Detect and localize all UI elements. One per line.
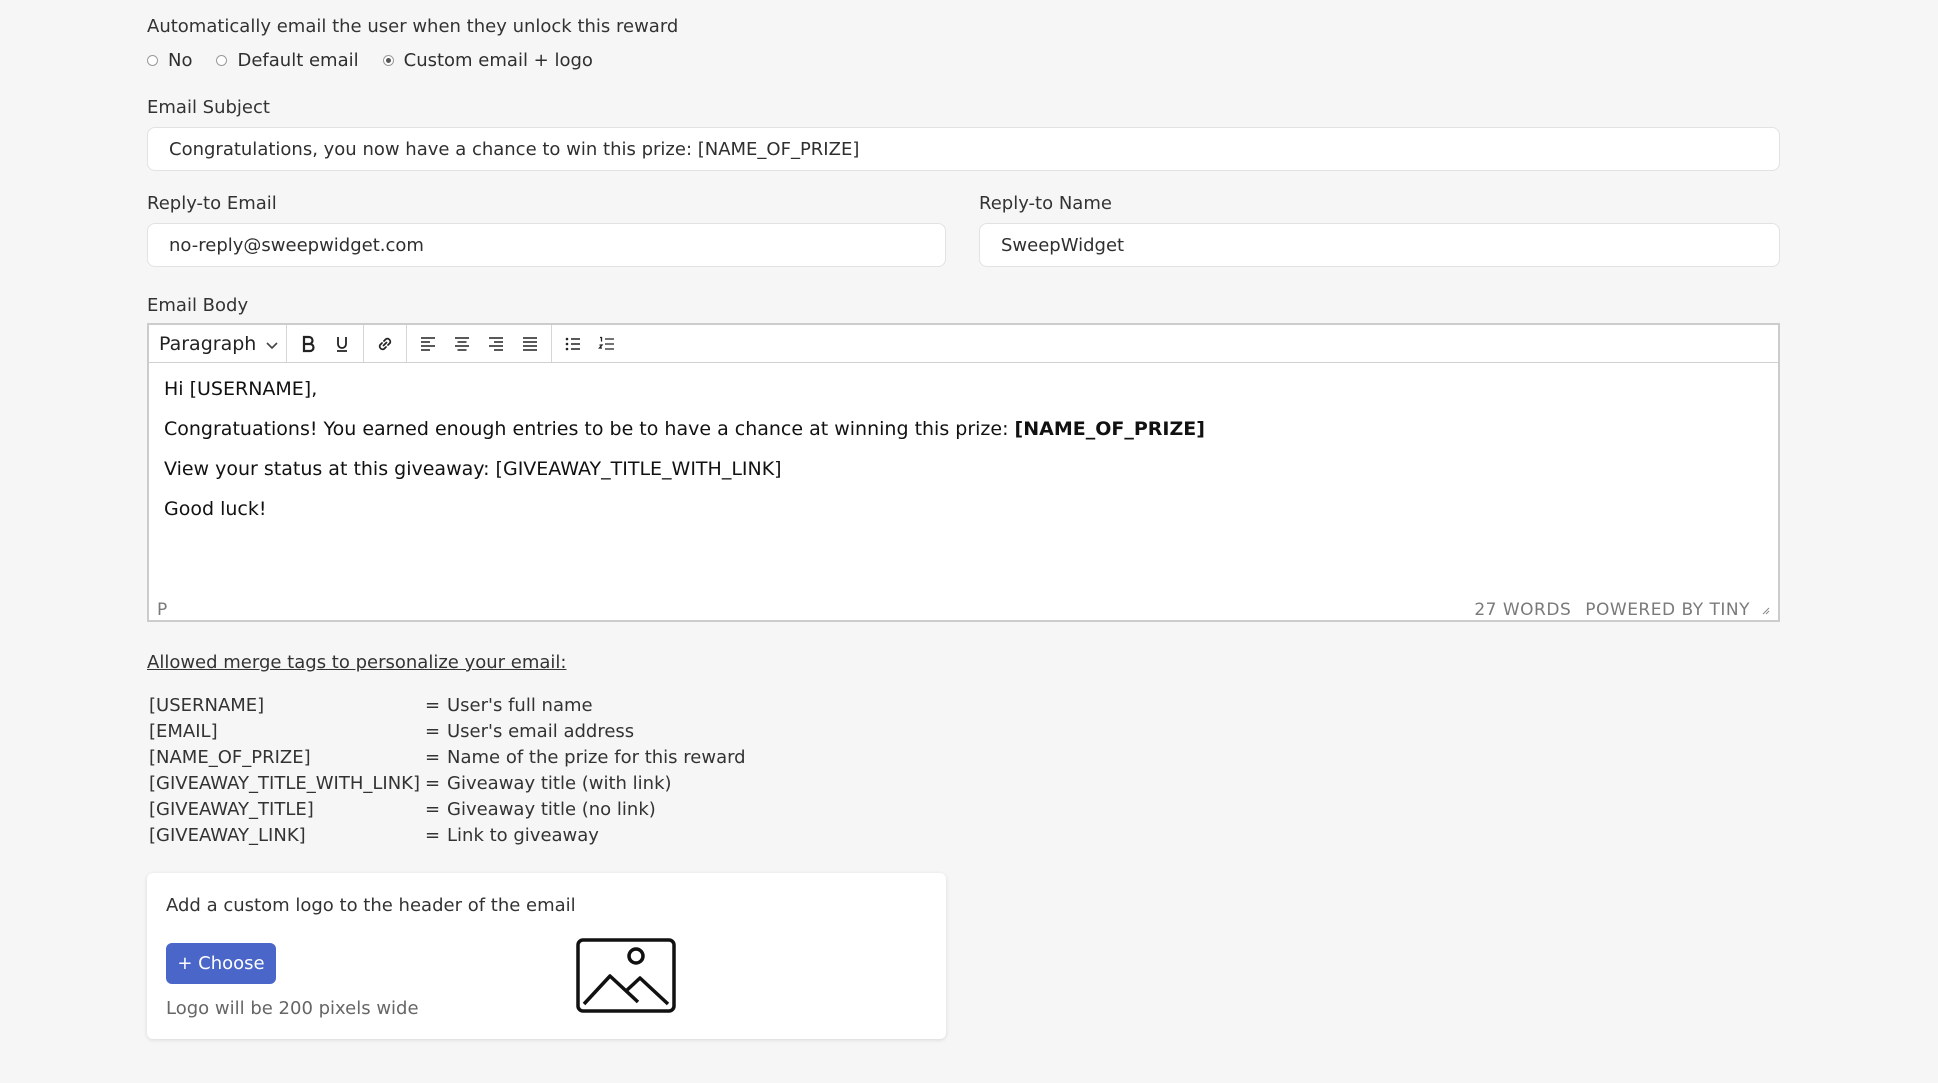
- rich-text-editor: Paragraph Hi [USERNAME], Congratuations!…: [147, 323, 1780, 622]
- align-center-button[interactable]: [445, 328, 479, 360]
- align-left-button[interactable]: [411, 328, 445, 360]
- align-justify-icon: [523, 336, 537, 351]
- link-icon: [378, 337, 392, 350]
- body-congrats-bold: [NAME_OF_PRIZE]: [1014, 418, 1205, 440]
- merge-description: Link to giveaway: [447, 824, 599, 846]
- email-subject-input[interactable]: Congratulations, you now have a chance t…: [147, 127, 1780, 171]
- custom-logo-title: Add a custom logo to the header of the e…: [166, 895, 576, 916]
- bullet-list-icon: [565, 337, 580, 350]
- table-row: [GIVEAWAY_TITLE_WITH_LINK] = Giveaway ti…: [149, 770, 746, 796]
- radio-label: Custom email + logo: [403, 50, 593, 71]
- merge-description: User's full name: [447, 694, 593, 716]
- merge-description: Giveaway title (no link): [447, 798, 656, 820]
- text-format-group: [287, 325, 364, 362]
- logo-width-hint: Logo will be 200 pixels wide: [166, 998, 419, 1019]
- table-row: [GIVEAWAY_LINK] = Link to giveaway: [149, 822, 746, 848]
- element-path[interactable]: P: [157, 600, 168, 620]
- radio-default-email[interactable]: Default email: [216, 50, 359, 71]
- reply-to-name-label: Reply-to Name: [979, 193, 1112, 214]
- body-greeting: Hi [USERNAME],: [164, 378, 318, 400]
- radio-label: Default email: [237, 50, 359, 71]
- merge-equals: =: [425, 694, 441, 716]
- table-row: [GIVEAWAY_TITLE] = Giveaway title (no li…: [149, 796, 746, 822]
- radio-dot[interactable]: [216, 55, 228, 66]
- word-count[interactable]: 27 WORDS: [1474, 600, 1571, 620]
- block-format-value: Paragraph: [159, 332, 257, 355]
- merge-tags-table: [USERNAME] = User's full name [EMAIL] = …: [149, 692, 746, 848]
- alignment-group: [407, 325, 552, 362]
- link-group: [364, 325, 407, 362]
- statusbar-right: 27 WORDS POWERED BY TINY: [1474, 600, 1770, 620]
- table-row: [USERNAME] = User's full name: [149, 692, 746, 718]
- merge-tag: [GIVEAWAY_TITLE_WITH_LINK]: [149, 772, 420, 794]
- numbered-list-button[interactable]: [590, 328, 624, 360]
- body-congrats: Congratuations! You earned enough entrie…: [164, 417, 1763, 441]
- merge-description: Giveaway title (with link): [447, 772, 672, 794]
- bold-icon: [302, 335, 315, 352]
- list-group: [552, 325, 628, 362]
- align-left-icon: [421, 336, 435, 351]
- powered-by-link[interactable]: POWERED BY TINY: [1585, 600, 1750, 620]
- editor-content-area[interactable]: Hi [USERNAME], Congratuations! You earne…: [149, 363, 1778, 605]
- editor-statusbar: P 27 WORDS POWERED BY TINY: [149, 600, 1778, 620]
- reply-to-email-input[interactable]: no-reply@sweepwidget.com: [147, 223, 946, 267]
- editor-toolbar: Paragraph: [149, 325, 1778, 363]
- table-row: [NAME_OF_PRIZE] = Name of the prize for …: [149, 744, 746, 770]
- underline-button[interactable]: [325, 328, 359, 360]
- align-right-button[interactable]: [479, 328, 513, 360]
- align-right-icon: [489, 336, 503, 351]
- body-closing: Good luck!: [164, 498, 267, 520]
- merge-equals: =: [425, 772, 441, 794]
- image-placeholder-icon: [576, 938, 676, 1013]
- merge-equals: =: [425, 824, 441, 846]
- merge-description: Name of the prize for this reward: [447, 746, 746, 768]
- radio-custom-email-logo[interactable]: Custom email + logo: [382, 50, 593, 71]
- merge-tag: [EMAIL]: [149, 720, 218, 742]
- block-format-select[interactable]: Paragraph: [149, 325, 287, 362]
- bold-button[interactable]: [291, 328, 325, 360]
- radio-dot-selected[interactable]: [382, 55, 394, 66]
- body-congrats-text: Congratuations! You earned enough entrie…: [164, 418, 1015, 440]
- merge-equals: =: [425, 798, 441, 820]
- bullet-list-button[interactable]: [556, 328, 590, 360]
- link-button[interactable]: [368, 328, 402, 360]
- align-center-icon: [455, 336, 469, 351]
- email-subject-label: Email Subject: [147, 97, 270, 118]
- radio-dot[interactable]: [147, 55, 158, 66]
- chevron-down-icon: [266, 333, 278, 355]
- email-body-label: Email Body: [147, 295, 249, 316]
- custom-logo-card: Add a custom logo to the header of the e…: [147, 873, 946, 1039]
- auto-email-radio-group: No Default email Custom email + logo: [147, 50, 617, 71]
- merge-equals: =: [425, 720, 441, 742]
- choose-logo-button[interactable]: + Choose: [166, 943, 276, 984]
- auto-email-label: Automatically email the user when they u…: [147, 16, 679, 37]
- merge-tags-title: Allowed merge tags to personalize your e…: [147, 652, 567, 673]
- numbered-list-icon: [598, 336, 614, 350]
- resize-handle-icon[interactable]: [1760, 600, 1770, 620]
- merge-description: User's email address: [447, 720, 635, 742]
- merge-tag: [GIVEAWAY_TITLE]: [149, 798, 314, 820]
- merge-tag: [USERNAME]: [149, 694, 265, 716]
- merge-equals: =: [425, 746, 441, 768]
- radio-label: No: [168, 50, 193, 71]
- align-justify-button[interactable]: [513, 328, 547, 360]
- underline-icon: [337, 336, 347, 352]
- radio-no[interactable]: No: [147, 50, 192, 71]
- body-status: View your status at this giveaway: [GIVE…: [164, 458, 782, 480]
- reply-to-email-label: Reply-to Email: [147, 193, 277, 214]
- merge-tag: [GIVEAWAY_LINK]: [149, 824, 306, 846]
- reply-to-name-input[interactable]: SweepWidget: [979, 223, 1780, 267]
- table-row: [EMAIL] = User's email address: [149, 718, 746, 744]
- merge-tag: [NAME_OF_PRIZE]: [149, 746, 311, 768]
